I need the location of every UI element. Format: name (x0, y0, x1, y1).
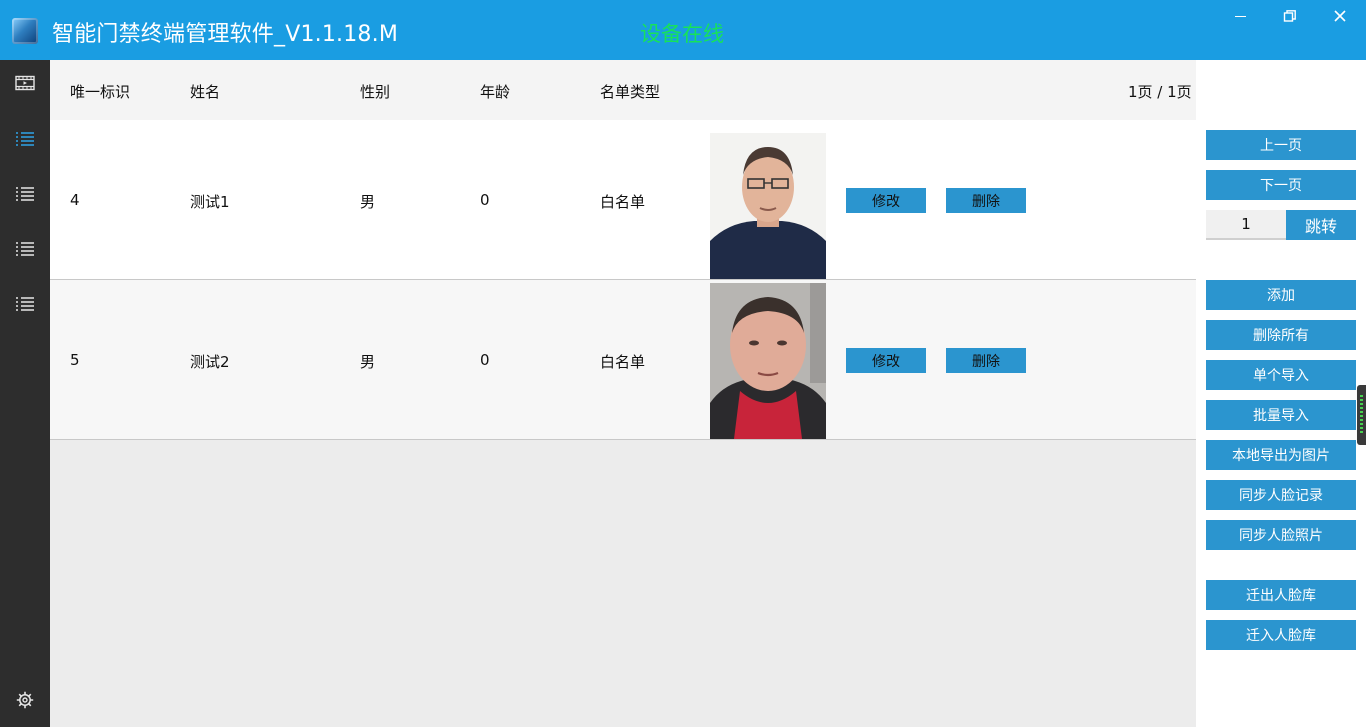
column-header-name: 姓名 (190, 83, 221, 101)
close-icon[interactable] (1330, 6, 1350, 26)
single-import-button[interactable]: 单个导入 (1206, 360, 1356, 390)
column-header-list-type: 名单类型 (600, 83, 661, 101)
action-panel: 上一页 下一页 跳转 添加 删除所有 单个导入 批量导入 本地导出为图片 同步人… (1196, 60, 1366, 727)
sidebar-item-list-1[interactable] (0, 120, 50, 160)
gear-icon (16, 691, 34, 713)
sync-face-photos-button[interactable]: 同步人脸照片 (1206, 520, 1356, 550)
list-icon (16, 241, 34, 260)
cell-age: 0 (480, 351, 490, 369)
delete-button[interactable]: 删除 (946, 188, 1026, 213)
export-images-button[interactable]: 本地导出为图片 (1206, 440, 1356, 470)
title-bar: 智能门禁终端管理软件_V1.1.18.M 设备在线 (0, 0, 1366, 60)
face-list-table: 唯一标识 姓名 性别 年龄 名单类型 1页 / 1页 4 测试1 男 0 白名单 (50, 60, 1196, 727)
list-icon (16, 296, 34, 315)
sidebar-item-list-3[interactable] (0, 230, 50, 270)
sidebar-item-settings[interactable] (0, 682, 50, 722)
table-row: 4 测试1 男 0 白名单 修改 删除 (50, 120, 1196, 280)
cell-age: 0 (480, 191, 490, 209)
cell-list-type: 白名单 (600, 353, 646, 371)
sync-face-records-button[interactable]: 同步人脸记录 (1206, 480, 1356, 510)
table-header: 唯一标识 姓名 性别 年龄 名单类型 1页 / 1页 (50, 60, 1196, 120)
batch-import-button[interactable]: 批量导入 (1206, 400, 1356, 430)
delete-all-button[interactable]: 删除所有 (1206, 320, 1356, 350)
next-page-button[interactable]: 下一页 (1206, 170, 1356, 200)
delete-button[interactable]: 删除 (946, 348, 1026, 373)
edit-button[interactable]: 修改 (846, 188, 926, 213)
sidebar-item-video[interactable] (0, 65, 50, 105)
migrate-out-button[interactable]: 迁出人脸库 (1206, 580, 1356, 610)
face-photo (710, 283, 826, 439)
face-photo (710, 123, 826, 279)
restore-icon[interactable] (1280, 6, 1300, 26)
app-title: 智能门禁终端管理软件_V1.1.18.M (52, 22, 398, 47)
cell-list-type: 白名单 (600, 193, 646, 211)
cell-id: 4 (70, 191, 80, 209)
page-number-input[interactable] (1206, 210, 1286, 240)
add-button[interactable]: 添加 (1206, 280, 1356, 310)
cell-gender: 男 (360, 193, 376, 211)
prev-page-button[interactable]: 上一页 (1206, 130, 1356, 160)
cell-id: 5 (70, 351, 80, 369)
video-icon (15, 75, 35, 95)
list-icon (16, 186, 34, 205)
cell-name: 测试2 (190, 353, 230, 371)
device-status-text: 设备在线 (640, 22, 724, 46)
list-icon (16, 131, 34, 150)
migrate-in-button[interactable]: 迁入人脸库 (1206, 620, 1356, 650)
sidebar-item-list-2[interactable] (0, 175, 50, 215)
sidebar-item-list-4[interactable] (0, 285, 50, 325)
column-header-gender: 性别 (360, 83, 391, 101)
side-drawer-handle[interactable] (1357, 385, 1366, 445)
column-header-id: 唯一标识 (70, 83, 131, 101)
column-header-age: 年龄 (480, 83, 511, 101)
minimize-icon[interactable] (1230, 6, 1250, 26)
jump-button[interactable]: 跳转 (1286, 210, 1356, 240)
sidebar (0, 60, 50, 727)
edit-button[interactable]: 修改 (846, 348, 926, 373)
cell-gender: 男 (360, 353, 376, 371)
cell-name: 测试1 (190, 193, 230, 211)
page-info: 1页 / 1页 (1128, 83, 1192, 101)
table-row: 5 测试2 男 0 白名单 修改 删除 (50, 280, 1196, 440)
app-logo-icon (12, 18, 38, 44)
